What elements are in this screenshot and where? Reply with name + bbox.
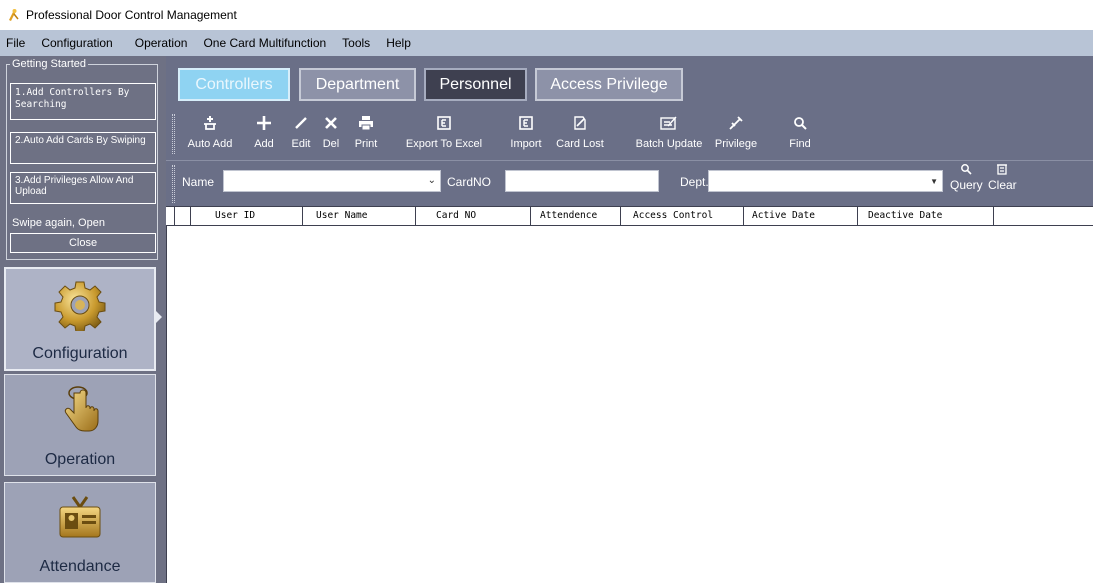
close-button[interactable]: Close	[10, 233, 156, 253]
key-person-icon	[9, 9, 19, 21]
filter-grip[interactable]	[172, 165, 175, 203]
edit-label: Edit	[291, 138, 311, 150]
dept-combo[interactable]: ▼	[708, 170, 943, 192]
privilege-icon	[729, 116, 743, 130]
delete-label: Del	[322, 138, 340, 150]
menu-operation[interactable]: Operation	[127, 30, 196, 56]
find-label: Find	[789, 138, 811, 150]
menu-one-card-multifunction[interactable]: One Card Multifunction	[195, 30, 334, 56]
auto-add-icon	[204, 116, 216, 130]
auto-add-button[interactable]: Auto Add	[182, 112, 238, 156]
col-card-no[interactable]: Card NO	[415, 207, 530, 225]
excel-export-icon	[437, 116, 451, 130]
grid-header: User ID User Name Card NO Attendence Acc…	[166, 206, 1093, 226]
filter-bar: Name ⌄ CardNO Dept. ▼ Query Clear	[166, 160, 1093, 206]
tab-personnel[interactable]: Personnel	[424, 68, 527, 101]
col-user-name[interactable]: User Name	[302, 207, 415, 225]
id-card-icon	[59, 496, 101, 538]
tab-controllers[interactable]: Controllers	[178, 68, 290, 101]
nav-tile-operation[interactable]: Operation	[4, 374, 156, 476]
clear-icon	[997, 164, 1008, 175]
privilege-label: Privilege	[714, 138, 758, 150]
find-button[interactable]: Find	[784, 112, 816, 156]
menu-tools[interactable]: Tools	[334, 30, 378, 56]
name-combo[interactable]: ⌄	[223, 170, 441, 192]
print-label: Print	[354, 138, 378, 150]
plus-icon	[257, 116, 271, 130]
batch-update-label: Batch Update	[635, 138, 703, 150]
search-icon	[794, 117, 807, 130]
privilege-button[interactable]: Privilege	[711, 112, 761, 156]
active-indicator	[156, 311, 162, 323]
swipe-again-text: Swipe again, Open	[12, 217, 105, 229]
gear-icon	[54, 281, 106, 331]
card-lost-button[interactable]: Card Lost	[552, 112, 608, 156]
nav-tile-configuration[interactable]: Configuration	[4, 267, 156, 371]
edit-button[interactable]: Edit	[288, 112, 314, 156]
getting-started-step-2[interactable]: 2.Auto Add Cards By Swiping	[10, 132, 156, 164]
getting-started-step-1[interactable]: 1.Add Controllers By Searching	[10, 83, 156, 120]
import-button[interactable]: Import	[506, 112, 546, 156]
nav-tile-label: Operation	[44, 451, 116, 468]
tab-department[interactable]: Department	[299, 68, 416, 101]
col-access-control[interactable]: Access Control	[620, 207, 743, 225]
add-button[interactable]: Add	[249, 112, 279, 156]
menu-bar: File Configuration Operation One Card Mu…	[0, 30, 1093, 56]
dropdown-arrow-icon[interactable]: ▼	[930, 177, 938, 186]
menu-configuration[interactable]: Configuration	[33, 30, 120, 56]
nav-tile-attendance[interactable]: Attendance	[4, 482, 156, 583]
col-active-date[interactable]: Active Date	[743, 207, 857, 225]
getting-started-legend: Getting Started	[10, 58, 88, 70]
col-attendence[interactable]: Attendence	[530, 207, 620, 225]
batch-update-button[interactable]: Batch Update	[628, 112, 710, 156]
col-filler	[993, 207, 1093, 225]
add-label: Add	[254, 138, 274, 150]
clear-button[interactable]: Clear	[988, 163, 1017, 192]
x-icon	[325, 117, 337, 129]
dept-label: Dept.	[680, 175, 709, 189]
export-excel-button[interactable]: Export To Excel	[402, 112, 486, 156]
toolbar: Auto Add Add Edit Del Print Export To Ex…	[166, 108, 1093, 160]
col-deactive-date[interactable]: Deactive Date	[857, 207, 993, 225]
toolbar-grip[interactable]	[172, 114, 175, 154]
main-area: Controllers Department Personnel Access …	[166, 56, 1093, 583]
delete-button[interactable]: Del	[319, 112, 343, 156]
name-label: Name	[182, 175, 215, 189]
clear-label: Clear	[988, 178, 1017, 192]
tab-strip: Controllers Department Personnel Access …	[166, 56, 1093, 108]
grid-row-indicator	[174, 207, 175, 225]
menu-help[interactable]: Help	[378, 30, 419, 56]
cardno-input[interactable]	[505, 170, 659, 192]
window-title: Professional Door Control Management	[26, 8, 237, 22]
grid-body[interactable]	[166, 226, 1093, 583]
search-icon	[961, 164, 972, 175]
title-bar: Professional Door Control Management	[0, 0, 1093, 30]
left-panel: Getting Started 1.Add Controllers By Sea…	[0, 56, 166, 583]
col-user-id[interactable]: User ID	[190, 207, 302, 225]
tab-access-privilege[interactable]: Access Privilege	[535, 68, 683, 101]
pencil-icon	[295, 117, 307, 129]
card-lost-icon	[574, 116, 586, 130]
menu-file[interactable]: File	[0, 30, 33, 56]
excel-import-icon	[519, 116, 533, 130]
batch-update-icon	[660, 116, 677, 130]
printer-icon	[359, 116, 373, 131]
export-excel-label: Export To Excel	[405, 138, 483, 150]
import-label: Import	[510, 138, 542, 150]
card-lost-label: Card Lost	[556, 138, 604, 150]
hand-pointer-icon	[64, 386, 99, 432]
getting-started-step-3[interactable]: 3.Add Privileges Allow And Upload	[10, 172, 156, 204]
query-label: Query	[950, 178, 983, 192]
cardno-label: CardNO	[447, 175, 492, 189]
auto-add-label: Auto Add	[187, 138, 233, 150]
nav-tile-label: Configuration	[32, 345, 128, 362]
query-button[interactable]: Query	[950, 163, 983, 192]
chevron-down-icon[interactable]: ⌄	[428, 175, 436, 186]
print-button[interactable]: Print	[350, 112, 382, 156]
nav-tile-label: Attendance	[39, 558, 121, 575]
